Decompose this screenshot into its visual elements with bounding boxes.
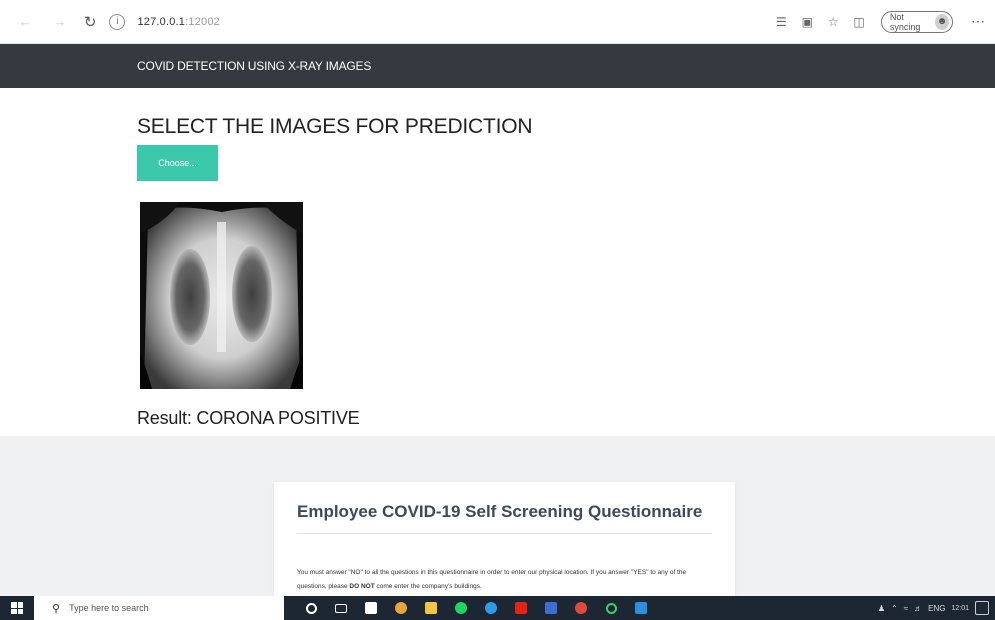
reload-icon[interactable]: ↻ <box>81 11 99 33</box>
windows-taskbar: ⚲ Type here to search ♟ ⌃ ≈ ♬ ENG 12:01 <box>0 596 995 620</box>
system-tray: ♟ ⌃ ≈ ♬ ENG 12:01 <box>878 601 989 615</box>
amazon-app-icon[interactable] <box>356 596 386 620</box>
site-navbar: COVID DETECTION USING X-RAY IMAGES <box>0 44 995 88</box>
volume-icon[interactable]: ♬ <box>914 604 922 613</box>
word-icon[interactable] <box>536 596 566 620</box>
vscode-icon[interactable] <box>626 596 656 620</box>
forward-arrow-icon[interactable]: → <box>50 11 68 33</box>
youtube-icon[interactable] <box>506 596 536 620</box>
search-placeholder: Type here to search <box>69 603 149 613</box>
xray-image <box>140 202 303 389</box>
task-view-icon[interactable] <box>326 596 356 620</box>
taskbar-search[interactable]: ⚲ Type here to search <box>34 596 284 620</box>
back-arrow-icon[interactable]: ← <box>16 11 34 33</box>
divider <box>297 533 712 534</box>
cortana-icon[interactable] <box>296 596 326 620</box>
browser-tools: ☰ ▣ ☆ ◫ Not syncing ☻ ⋯ <box>773 10 989 33</box>
page-heading: SELECT THE IMAGES FOR PREDICTION <box>137 115 533 138</box>
questionnaire-card: Employee COVID-19 Self Screening Questio… <box>274 482 735 602</box>
spotify-icon[interactable] <box>446 596 476 620</box>
circle-app-icon[interactable] <box>596 596 626 620</box>
start-button[interactable] <box>0 596 34 620</box>
edge-icon[interactable] <box>476 596 506 620</box>
url-text[interactable]: 127.0.0.1:12002 <box>137 16 220 28</box>
info-icon[interactable]: i <box>109 13 126 30</box>
favorite-star-icon[interactable]: ☆ <box>825 13 841 31</box>
questionnaire-title: Employee COVID-19 Self Screening Questio… <box>297 502 703 521</box>
windows-logo-icon <box>11 602 23 614</box>
prediction-result: Result: CORONA POSITIVE <box>137 408 360 428</box>
taskbar-apps <box>296 596 656 620</box>
tray-expand-icon[interactable]: ⌃ <box>891 604 898 613</box>
read-aloud-icon[interactable]: ☰ <box>773 13 789 31</box>
choose-file-button[interactable]: Choose... <box>137 145 218 181</box>
more-options-icon[interactable]: ⋯ <box>971 13 985 30</box>
address-bar[interactable]: i 127.0.0.1:12002 <box>109 7 773 37</box>
main-content: SELECT THE IMAGES FOR PREDICTION Choose.… <box>0 88 995 436</box>
profile-button[interactable]: Not syncing ☻ <box>880 10 953 33</box>
questionnaire-section: Employee COVID-19 Self Screening Questio… <box>0 436 995 602</box>
wifi-icon[interactable]: ≈ <box>904 604 908 613</box>
collections-icon[interactable]: ◫ <box>851 13 867 31</box>
clock[interactable]: 12:01 <box>951 604 969 613</box>
language-indicator[interactable]: ENG <box>928 604 945 613</box>
file-explorer-icon[interactable] <box>416 596 446 620</box>
people-icon[interactable]: ♟ <box>878 604 885 613</box>
extensions-icon[interactable]: ▣ <box>799 13 815 31</box>
questionnaire-text: You must answer "NO" to all the question… <box>297 569 687 590</box>
navbar-brand[interactable]: COVID DETECTION USING X-RAY IMAGES <box>137 59 371 73</box>
browser-toolbar: ← → ↻ i 127.0.0.1:12002 ☰ ▣ ☆ ◫ Not sync… <box>0 0 995 44</box>
profile-label: Not syncing <box>889 11 921 32</box>
search-icon: ⚲ <box>52 602 61 615</box>
chrome-icon[interactable] <box>386 596 416 620</box>
notification-icon[interactable] <box>975 601 989 615</box>
avatar-icon: ☻ <box>935 13 949 30</box>
chrome-alt-icon[interactable] <box>566 596 596 620</box>
